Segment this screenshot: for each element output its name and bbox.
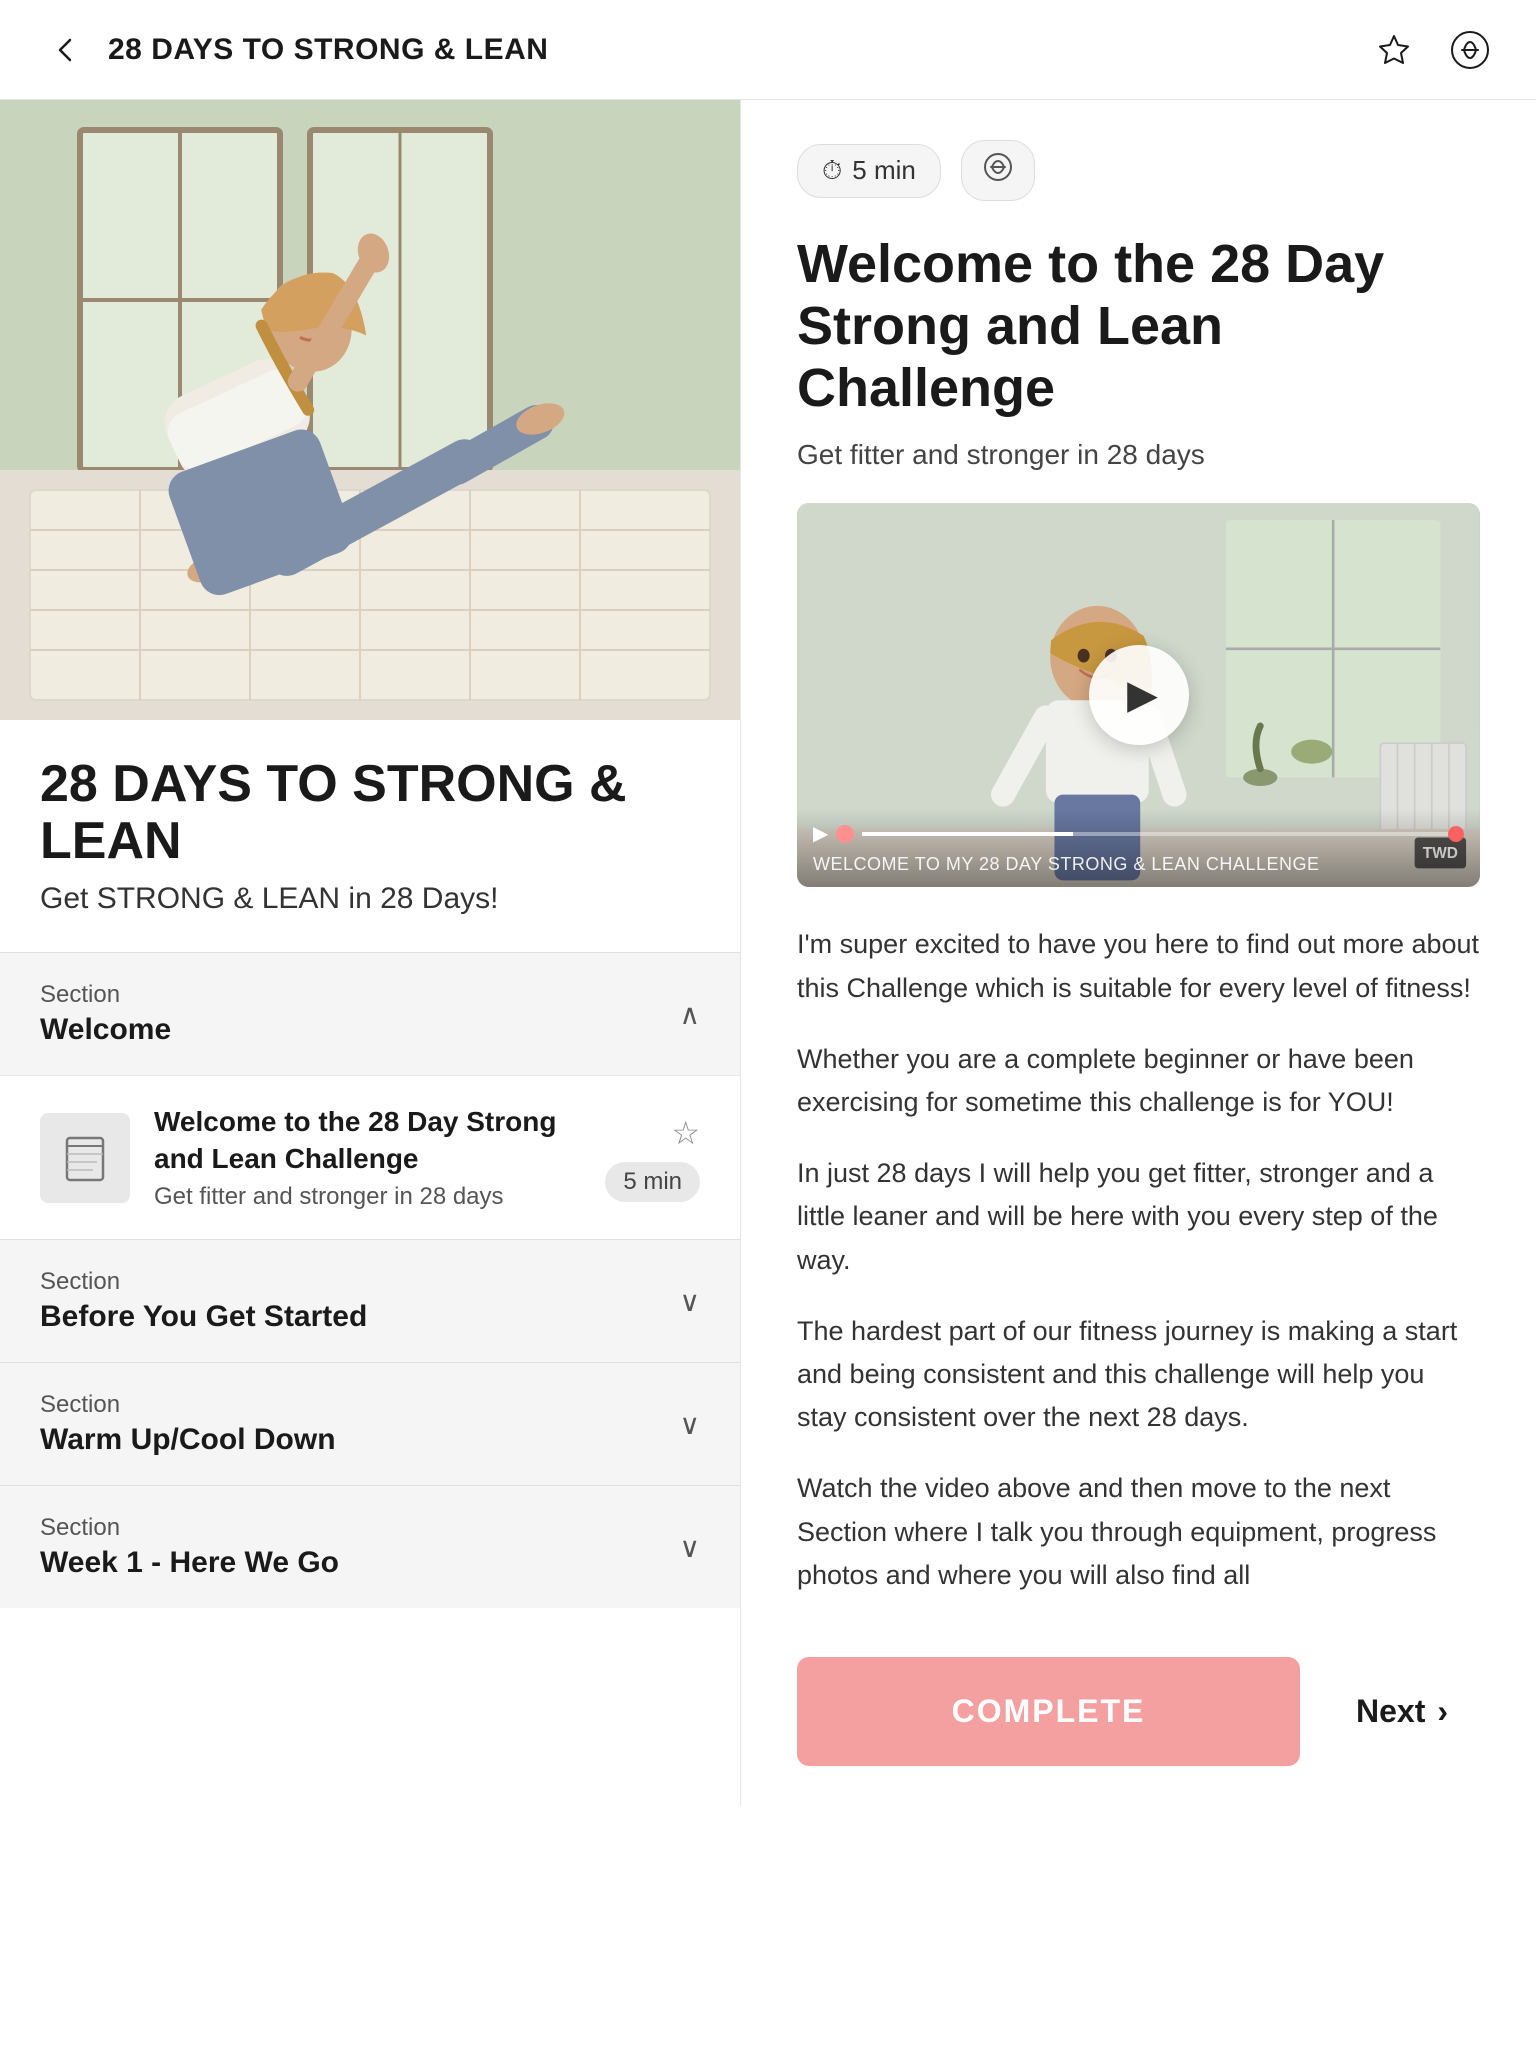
section-welcome: Section Welcome ∧ [0,952,740,1239]
section-week1-header[interactable]: Section Week 1 - Here We Go ∨ [0,1486,740,1608]
duration-badge: ⏱ 5 min [797,144,941,198]
main-layout: 28 DAYS TO STRONG & LEAN Get STRONG & LE… [0,100,1536,1806]
lesson-right: ☆ 5 min [605,1114,700,1202]
lesson-info: Welcome to the 28 Day Strong and Lean Ch… [154,1104,581,1211]
section-week1: Section Week 1 - Here We Go ∨ [0,1485,740,1608]
section-name-warmup: Warm Up/Cool Down [40,1423,336,1456]
chevron-before: ∨ [680,1285,701,1318]
clock-icon: ⏱ [822,155,842,187]
section-warmup: Section Warm Up/Cool Down ∨ [0,1362,740,1485]
video-container[interactable]: TWD ▶ ▶ WELCOME TO MY 28 DAY STRONG & LE… [797,503,1480,887]
section-welcome-header[interactable]: Section Welcome ∧ [0,953,740,1075]
content-title: Welcome to the 28 Day Strong and Lean Ch… [797,233,1480,419]
complete-button[interactable]: COMPLETE [797,1657,1300,1766]
lesson-book-icon [40,1113,130,1203]
meta-row: ⏱ 5 min [797,140,1480,201]
course-subtitle: Get STRONG & LEAN in 28 Days! [40,882,700,916]
header-left: 28 DAYS TO STRONG & LEAN [40,24,548,76]
body-paragraph-1: I'm super excited to have you here to fi… [797,923,1480,1009]
section-warmup-info: Section Warm Up/Cool Down [40,1391,336,1457]
body-paragraph-4: The hardest part of our fitness journey … [797,1310,1480,1440]
course-title-section: 28 DAYS TO STRONG & LEAN Get STRONG & LE… [0,720,740,932]
section-name-week1: Week 1 - Here We Go [40,1546,339,1579]
link-badge-button[interactable] [961,140,1035,201]
section-label-week1: Section [40,1514,339,1542]
chevron-welcome: ∧ [680,998,701,1031]
section-label-warmup: Section [40,1391,336,1419]
lesson-title: Welcome to the 28 Day Strong and Lean Ch… [154,1104,581,1177]
section-name-before: Before You Get Started [40,1300,367,1333]
lesson-star-icon[interactable]: ☆ [671,1114,700,1152]
back-button[interactable] [40,24,92,76]
next-chevron-icon: › [1437,1693,1448,1730]
body-paragraph-2: Whether you are a complete beginner or h… [797,1038,1480,1124]
body-paragraph-5: Watch the video above and then move to t… [797,1467,1480,1597]
sections-list: Section Welcome ∧ [0,952,740,1608]
header-icons [1368,24,1496,76]
header-title: 28 DAYS TO STRONG & LEAN [108,33,548,67]
section-week1-info: Section Week 1 - Here We Go [40,1514,339,1580]
next-button[interactable]: Next › [1324,1673,1480,1750]
lesson-item-welcome: Welcome to the 28 Day Strong and Lean Ch… [0,1075,740,1239]
chevron-warmup: ∨ [680,1408,701,1441]
video-caption: WELCOME TO MY 28 DAY STRONG & LEAN CHALL… [813,854,1464,875]
bookmark-button[interactable] [1368,24,1420,76]
course-main-title: 28 DAYS TO STRONG & LEAN [40,756,700,870]
right-panel: ⏱ 5 min Welcome to the 28 Day Strong and… [740,100,1536,1806]
next-label: Next [1356,1693,1425,1730]
duration-text: 5 min [852,155,916,186]
video-play-button[interactable]: ▶ [1089,645,1189,745]
play-icon: ▶ [1127,672,1158,718]
section-before: Section Before You Get Started ∨ [0,1239,740,1362]
chevron-week1: ∨ [680,1531,701,1564]
bottom-actions: COMPLETE Next › [797,1637,1480,1766]
section-before-header[interactable]: Section Before You Get Started ∨ [0,1240,740,1362]
section-label-before: Section [40,1268,367,1296]
section-warmup-header[interactable]: Section Warm Up/Cool Down ∨ [0,1363,740,1485]
header: 28 DAYS TO STRONG & LEAN [0,0,1536,100]
section-before-info: Section Before You Get Started [40,1268,367,1334]
section-name-welcome: Welcome [40,1013,171,1046]
content-subtitle: Get fitter and stronger in 28 days [797,439,1480,471]
section-welcome-info: Section Welcome [40,981,171,1047]
body-paragraph-3: In just 28 days I will help you get fitt… [797,1152,1480,1282]
hero-image [0,100,740,720]
section-label-welcome: Section [40,981,171,1009]
lesson-desc: Get fitter and stronger in 28 days [154,1183,581,1211]
left-panel: 28 DAYS TO STRONG & LEAN Get STRONG & LE… [0,100,740,1806]
share-button[interactable] [1444,24,1496,76]
lesson-duration: 5 min [605,1162,700,1202]
